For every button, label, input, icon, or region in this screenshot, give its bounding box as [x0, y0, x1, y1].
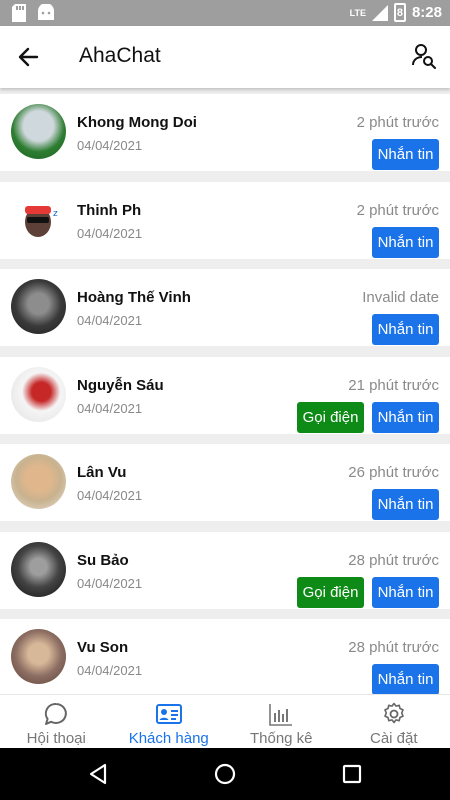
nav-statistics[interactable]: Thống kê — [225, 695, 338, 748]
bottom-navigation: Hội thoại Khách hàng Thống kê Cài đặt — [0, 694, 450, 748]
contact-card-icon — [155, 704, 182, 724]
customer-name: Vu Son — [77, 639, 129, 656]
triangle-back-icon — [89, 763, 107, 785]
avatar — [11, 454, 66, 509]
call-button[interactable]: Gọi điện — [297, 577, 364, 608]
search-customer-button[interactable] — [410, 42, 438, 70]
avatar — [11, 104, 66, 159]
nav-customers[interactable]: Khách hàng — [113, 695, 226, 748]
customer-name: Hoàng Thế Vinh — [77, 289, 191, 306]
nav-label: Cài đặt — [369, 730, 418, 747]
clock: 8:28 — [411, 4, 442, 21]
last-active-time: 2 phút trước — [356, 202, 439, 219]
page-title: AhaChat — [79, 44, 161, 67]
system-back-button[interactable] — [86, 762, 110, 786]
android-icon — [38, 4, 54, 20]
avatar — [11, 279, 66, 334]
back-button[interactable] — [14, 43, 42, 71]
customer-row[interactable]: Lân Vu 04/04/2021 26 phút trước Nhắn tin — [0, 444, 450, 521]
customer-name: Thinh Ph — [77, 202, 142, 219]
customer-row[interactable]: Hoàng Thế Vinh 04/04/2021 Invalid date N… — [0, 269, 450, 346]
nav-label: Hội thoại — [26, 730, 86, 747]
message-button[interactable]: Nhắn tin — [372, 402, 439, 433]
app-bar: AhaChat — [0, 26, 450, 88]
system-recents-button[interactable] — [340, 762, 364, 786]
customer-name: Su Bảo — [77, 552, 129, 569]
avatar — [11, 367, 66, 422]
avatar: z — [11, 192, 66, 247]
customer-name: Khong Mong Doi — [77, 114, 197, 131]
last-active-time: 26 phút trước — [348, 464, 439, 481]
customer-row[interactable]: Su Bảo 04/04/2021 28 phút trước Gọi điện… — [0, 532, 450, 609]
last-active-time: 28 phút trước — [348, 639, 439, 656]
customer-date: 04/04/2021 — [77, 138, 143, 153]
circle-home-icon — [214, 763, 236, 785]
user-search-icon — [412, 44, 436, 69]
last-active-time: 28 phút trước — [348, 552, 439, 569]
customer-date: 04/04/2021 — [77, 663, 143, 678]
sd-card-icon — [12, 4, 26, 22]
message-button[interactable]: Nhắn tin — [372, 664, 439, 694]
last-active-time: 2 phút trước — [356, 114, 439, 131]
customer-list[interactable]: Khong Mong Doi 04/04/2021 2 phút trước N… — [0, 88, 450, 694]
customer-name: Nguyễn Sáu — [77, 377, 164, 394]
message-button[interactable]: Nhắn tin — [372, 227, 439, 258]
nav-settings[interactable]: Cài đặt — [338, 695, 450, 748]
bar-chart-icon — [269, 704, 293, 726]
customer-name: Lân Vu — [77, 464, 127, 481]
battery-level: 8 — [396, 6, 404, 19]
call-button[interactable]: Gọi điện — [297, 402, 364, 433]
nav-conversations[interactable]: Hội thoại — [0, 695, 113, 748]
customer-date: 04/04/2021 — [77, 576, 143, 591]
gear-icon — [383, 702, 404, 724]
customer-date: 04/04/2021 — [77, 488, 143, 503]
system-navigation-bar — [0, 748, 450, 800]
signal-icon — [371, 4, 388, 21]
network-type: LTE — [349, 7, 366, 18]
message-button[interactable]: Nhắn tin — [372, 139, 439, 170]
customer-row[interactable]: Vu Son 04/04/2021 28 phút trước Nhắn tin — [0, 619, 450, 694]
message-button[interactable]: Nhắn tin — [372, 489, 439, 520]
customer-date: 04/04/2021 — [77, 401, 143, 416]
nav-label: Khách hàng — [128, 730, 209, 747]
system-home-button[interactable] — [213, 762, 237, 786]
avatar — [11, 629, 66, 684]
svg-text:z: z — [53, 209, 58, 219]
message-button[interactable]: Nhắn tin — [372, 577, 439, 608]
customer-row[interactable]: Khong Mong Doi 04/04/2021 2 phút trước N… — [0, 94, 450, 171]
chat-bubble-icon — [45, 703, 68, 725]
customer-date: 04/04/2021 — [77, 226, 143, 241]
status-bar: LTE 8 8:28 — [0, 0, 450, 26]
last-active-time: Invalid date — [362, 289, 439, 306]
arrow-left-icon — [18, 47, 39, 67]
customer-date: 04/04/2021 — [77, 313, 143, 328]
customer-row[interactable]: z Thinh Ph 04/04/2021 2 phút trước Nhắn … — [0, 182, 450, 259]
battery-icon: 8 — [393, 3, 406, 22]
last-active-time: 21 phút trước — [348, 377, 439, 394]
square-recents-icon — [342, 764, 362, 784]
avatar — [11, 542, 66, 597]
message-button[interactable]: Nhắn tin — [372, 314, 439, 345]
cartoon-avatar-icon: z — [25, 206, 58, 237]
customer-row[interactable]: Nguyễn Sáu 04/04/2021 21 phút trước Gọi … — [0, 357, 450, 434]
nav-label: Thống kê — [249, 730, 313, 747]
